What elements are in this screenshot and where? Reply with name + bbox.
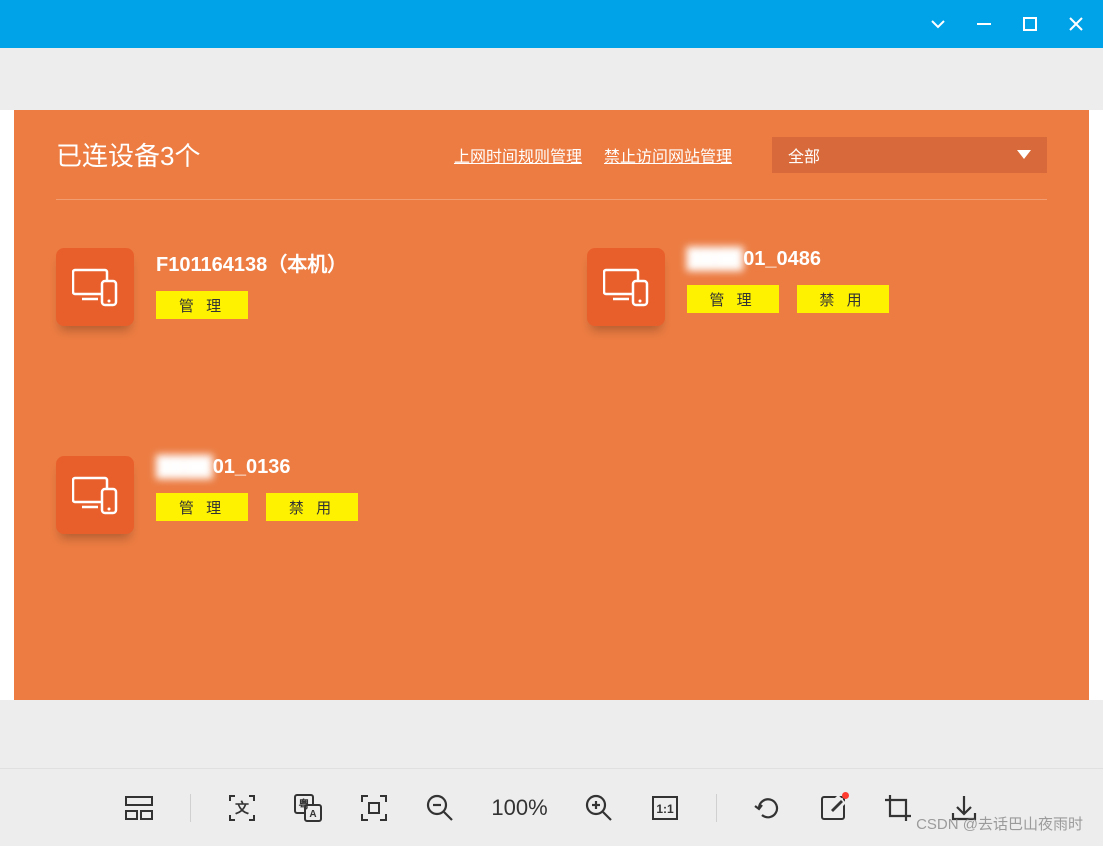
fit-screen-icon[interactable] bbox=[359, 793, 389, 823]
device-card: ████01_0136 管 理 禁 用 bbox=[56, 456, 517, 534]
device-name: F101164138（本机） bbox=[156, 248, 347, 277]
svg-text:1:1: 1:1 bbox=[656, 802, 674, 816]
actual-size-icon[interactable]: 1:1 bbox=[650, 793, 680, 823]
separator bbox=[716, 794, 717, 822]
download-icon[interactable] bbox=[949, 793, 979, 823]
crop-icon[interactable] bbox=[883, 793, 913, 823]
svg-text:A: A bbox=[310, 809, 317, 820]
disable-button[interactable]: 禁 用 bbox=[797, 285, 889, 313]
time-rules-link[interactable]: 上网时间规则管理 bbox=[454, 143, 582, 167]
svg-text:文: 文 bbox=[235, 800, 250, 816]
device-icon bbox=[56, 456, 134, 534]
connected-devices-panel: 已连设备3个 上网时间规则管理 禁止访问网站管理 全部 F101164138（本… bbox=[14, 110, 1089, 700]
website-block-link[interactable]: 禁止访问网站管理 bbox=[604, 143, 732, 167]
top-spacer bbox=[0, 48, 1103, 110]
svg-text:粤: 粤 bbox=[299, 797, 310, 811]
filter-selected-label: 全部 bbox=[788, 143, 820, 167]
manage-button[interactable]: 管 理 bbox=[156, 493, 248, 521]
maximize-button[interactable] bbox=[1021, 15, 1039, 33]
disable-button[interactable]: 禁 用 bbox=[266, 493, 358, 521]
translate-icon[interactable]: 粤A bbox=[293, 793, 323, 823]
titlebar-dropdown-button[interactable] bbox=[929, 15, 947, 33]
rotate-icon[interactable] bbox=[753, 793, 783, 823]
zoom-out-icon[interactable] bbox=[425, 793, 455, 823]
viewer-toolbar: 文 粤A 100% 1:1 bbox=[0, 768, 1103, 846]
ocr-text-icon[interactable]: 文 bbox=[227, 793, 257, 823]
panel-header: 已连设备3个 上网时间规则管理 禁止访问网站管理 全部 bbox=[56, 110, 1047, 200]
device-name: ████01_0136 bbox=[156, 456, 358, 479]
manage-button[interactable]: 管 理 bbox=[156, 291, 248, 319]
manage-button[interactable]: 管 理 bbox=[687, 285, 779, 313]
zoom-in-icon[interactable] bbox=[584, 793, 614, 823]
device-grid: F101164138（本机） 管 理 ████01_0486 管 理 禁 用 bbox=[56, 200, 1047, 534]
device-icon bbox=[56, 248, 134, 326]
device-icon bbox=[587, 248, 665, 326]
separator bbox=[190, 794, 191, 822]
close-button[interactable] bbox=[1067, 15, 1085, 33]
device-card: F101164138（本机） 管 理 bbox=[56, 248, 517, 326]
filter-select[interactable]: 全部 bbox=[772, 137, 1047, 173]
dropdown-triangle-icon bbox=[1017, 150, 1031, 160]
zoom-level: 100% bbox=[491, 795, 547, 821]
panel-links: 上网时间规则管理 禁止访问网站管理 全部 bbox=[454, 137, 1047, 173]
panel-title: 已连设备3个 bbox=[56, 136, 454, 173]
gallery-icon[interactable] bbox=[124, 793, 154, 823]
device-name: ████01_0486 bbox=[687, 248, 889, 271]
minimize-button[interactable] bbox=[975, 15, 993, 33]
bottom-area: 文 粤A 100% 1:1 bbox=[0, 700, 1103, 846]
device-card: ████01_0486 管 理 禁 用 bbox=[587, 248, 1048, 326]
window-titlebar bbox=[0, 0, 1103, 48]
edit-icon[interactable] bbox=[819, 794, 847, 822]
